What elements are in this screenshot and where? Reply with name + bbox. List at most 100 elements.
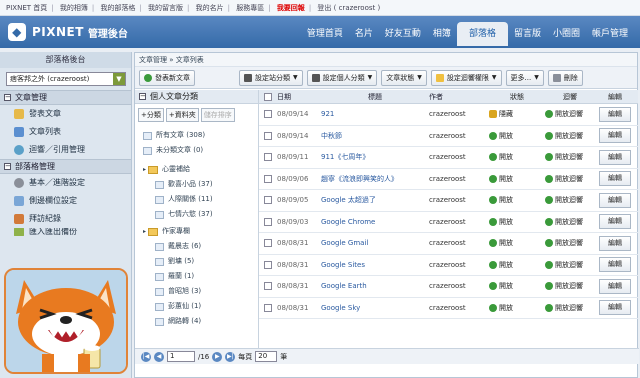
row-status[interactable]: 開放: [489, 281, 545, 291]
link-report[interactable]: 我要回報: [277, 4, 305, 12]
add-category-button[interactable]: +分類: [138, 108, 164, 122]
row-comment-permission[interactable]: 開放迴響: [545, 260, 595, 270]
sidebar-section-blog-management[interactable]: − 部落格管理: [0, 159, 131, 174]
edit-button[interactable]: 編輯: [599, 171, 631, 187]
sidebar-item-visit-log[interactable]: 拜訪紀錄: [0, 210, 131, 228]
row-checkbox[interactable]: [264, 196, 272, 205]
category-item[interactable]: 歡喜小品 (37): [143, 177, 258, 192]
table-row[interactable]: 08/08/31 Google Gmail crazeroost 開放 開放迴響 編輯: [259, 233, 638, 255]
new-post-button[interactable]: 發表新文章: [139, 69, 195, 86]
row-title-link[interactable]: Google Gmail: [321, 239, 429, 247]
category-uncategorized[interactable]: 未分類文章 (0): [143, 143, 258, 158]
row-comment-permission[interactable]: 開放迴響: [545, 131, 595, 141]
row-title-link[interactable]: 趙寧《流浪即興笑的人》: [321, 174, 429, 184]
add-folder-button[interactable]: +資料夾: [165, 108, 199, 122]
row-status[interactable]: 開放: [489, 195, 545, 205]
link-logout[interactable]: 登出 ( crazeroost ): [317, 4, 380, 12]
sidebar-item-comments[interactable]: 迴響／引用管理: [0, 141, 131, 159]
row-checkbox[interactable]: [264, 239, 272, 248]
save-order-button[interactable]: 儲存排序: [200, 108, 235, 122]
row-status[interactable]: 開放: [489, 303, 545, 313]
edit-button[interactable]: 編輯: [599, 106, 631, 122]
edit-button[interactable]: 編輯: [599, 128, 631, 144]
edit-button[interactable]: 編輯: [599, 235, 631, 251]
table-row[interactable]: 08/08/31 Google Sky crazeroost 開放 開放迴響 編輯: [259, 298, 638, 319]
row-status[interactable]: 開放: [489, 174, 545, 184]
row-checkbox[interactable]: [264, 174, 272, 183]
row-checkbox[interactable]: [264, 217, 272, 226]
table-row[interactable]: 08/09/03 Google Chrome crazeroost 開放 開放迴響 編輯: [259, 212, 638, 233]
row-comment-permission[interactable]: 開放迴響: [545, 303, 595, 313]
category-all[interactable]: 所有文章 (308): [143, 128, 258, 143]
select-all-checkbox[interactable]: [264, 93, 272, 101]
row-comment-permission[interactable]: 開放迴響: [545, 152, 595, 162]
category-item[interactable]: 彭蕙仙 (1): [143, 299, 258, 314]
row-title-link[interactable]: Google Sky: [321, 304, 429, 312]
link-my-blog[interactable]: 我的部落格: [100, 4, 135, 12]
edit-button[interactable]: 編輯: [599, 149, 631, 165]
category-item[interactable]: 羅蘭 (1): [143, 269, 258, 284]
link-my-guestbook[interactable]: 我的留言版: [148, 4, 183, 12]
last-page-icon[interactable]: ▶|: [225, 351, 236, 362]
next-page-icon[interactable]: ▶: [212, 351, 223, 362]
column-header-date[interactable]: 日期: [277, 90, 321, 103]
sidebar-item-post-list[interactable]: 文章列表: [0, 123, 131, 141]
row-status[interactable]: 開放: [489, 131, 545, 141]
category-item[interactable]: 網路轉 (4): [143, 314, 258, 329]
more-button[interactable]: 更多... ▼: [505, 69, 544, 86]
link-pixnet-home[interactable]: PIXNET 首頁: [6, 4, 47, 12]
row-comment-permission[interactable]: 開放迴響: [545, 281, 595, 291]
nav-tab-album[interactable]: 相簿: [427, 24, 457, 44]
category-item[interactable]: 劉墉 (5): [143, 254, 258, 269]
row-comment-permission[interactable]: 開放迴響: [545, 109, 595, 119]
nav-tab-guestbook[interactable]: 留言版: [508, 24, 547, 44]
table-row[interactable]: 08/09/11 911《七周年》 crazeroost 開放 開放迴響 編輯: [259, 147, 638, 169]
per-page-select[interactable]: 20: [255, 351, 278, 362]
table-row[interactable]: 08/09/05 Google 太超過了 crazeroost 開放 開放迴響 編輯: [259, 190, 638, 212]
edit-button[interactable]: 編輯: [599, 300, 631, 316]
table-row[interactable]: 08/09/06 趙寧《流浪即興笑的人》 crazeroost 開放 開放迴響 編輯: [259, 169, 638, 190]
nav-tab-friends[interactable]: 好友互動: [379, 24, 427, 44]
delete-button[interactable]: 刪除: [547, 69, 583, 86]
post-status-button[interactable]: 文章狀態 ▼: [381, 69, 427, 86]
row-checkbox[interactable]: [264, 110, 272, 119]
row-checkbox[interactable]: [264, 282, 272, 291]
row-comment-permission[interactable]: 開放迴響: [545, 217, 595, 227]
set-personal-category-button[interactable]: 設定個人分類 ▼: [306, 69, 378, 86]
row-title-link[interactable]: Google 太超過了: [321, 195, 429, 205]
nav-tab-card[interactable]: 名片: [349, 24, 379, 44]
sidebar-item-sidebar-settings[interactable]: 側邊欄位設定: [0, 192, 131, 210]
row-comment-permission[interactable]: 開放迴響: [545, 238, 595, 248]
row-title-link[interactable]: 911《七周年》: [321, 152, 429, 162]
edit-button[interactable]: 編輯: [599, 278, 631, 294]
table-row[interactable]: 08/09/14 921 crazeroost 隱藏 開放迴響 編輯: [259, 104, 638, 126]
category-item[interactable]: 曾昭旭 (3): [143, 284, 258, 299]
row-checkbox[interactable]: [264, 303, 272, 312]
comment-permission-button[interactable]: 設定迴響權限 ▼: [430, 69, 502, 86]
sidebar-item-settings[interactable]: 基本／進階設定: [0, 174, 131, 192]
link-my-album[interactable]: 我的相簿: [60, 4, 88, 12]
row-status[interactable]: 隱藏: [489, 109, 545, 119]
folder-soul[interactable]: ▸ 心靈補給: [143, 162, 258, 177]
blog-select[interactable]: 痞客邦之外 (crazeroost) ▼: [6, 72, 126, 86]
row-title-link[interactable]: 921: [321, 110, 429, 118]
link-service[interactable]: 服務專區: [236, 4, 264, 12]
nav-tab-blog[interactable]: 部落格: [456, 22, 508, 46]
row-status[interactable]: 開放: [489, 260, 545, 270]
edit-button[interactable]: 編輯: [599, 192, 631, 208]
row-comment-permission[interactable]: 開放迴響: [545, 195, 595, 205]
category-item[interactable]: 戴晨志 (6): [143, 239, 258, 254]
row-title-link[interactable]: 中秋節: [321, 131, 429, 141]
category-item[interactable]: 七情六慾 (37): [143, 207, 258, 222]
row-checkbox[interactable]: [264, 153, 272, 162]
sidebar-item-import-export[interactable]: 匯入匯出備份: [0, 228, 131, 236]
prev-page-icon[interactable]: ◀: [154, 351, 164, 362]
first-page-icon[interactable]: |◀: [141, 351, 151, 362]
edit-button[interactable]: 編輯: [599, 214, 631, 230]
row-status[interactable]: 開放: [489, 152, 545, 162]
nav-tab-account[interactable]: 帳戶管理: [586, 24, 634, 44]
table-row[interactable]: 08/08/31 Google Sites crazeroost 開放 開放迴響 編輯: [259, 255, 638, 276]
table-row[interactable]: 08/08/31 Google Earth crazeroost 開放 開放迴響 編輯: [259, 276, 638, 298]
row-title-link[interactable]: Google Chrome: [321, 218, 429, 226]
page-input[interactable]: 1: [167, 351, 195, 362]
